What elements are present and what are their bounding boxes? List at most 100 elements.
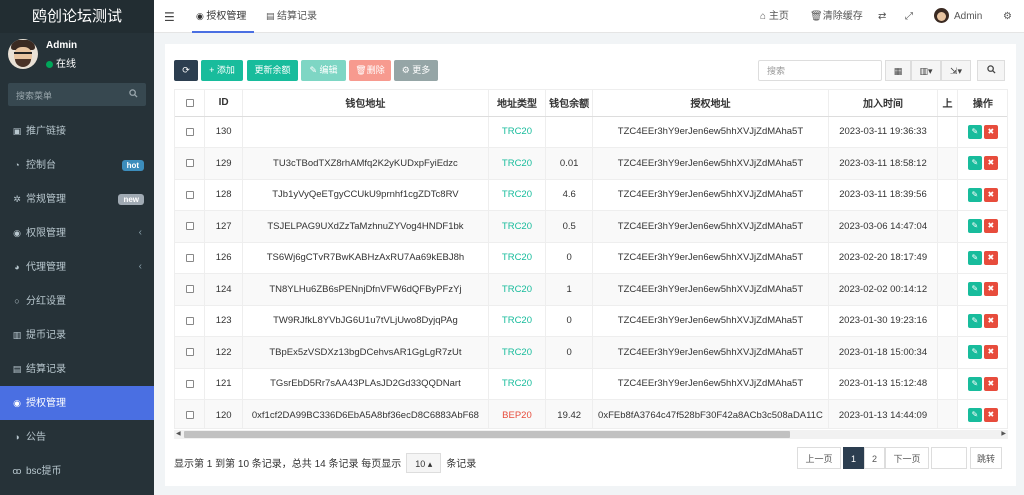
toggle-view-button[interactable]: ▦ [885,60,911,81]
row-edit-button[interactable]: ✎ [967,250,982,265]
sidebar-item-dashboard[interactable]: ◔ 控制台 hot [0,148,154,182]
cell-truncated [937,116,958,148]
cell-id: 124 [204,273,244,306]
row-edit-button[interactable]: ✎ [967,345,982,360]
row-checkbox[interactable] [175,179,206,211]
table-row[interactable]: 123 TW9RJfkL8YVbJG6U1u7tVLjUwo8DyjqPAg TRC… [175,305,1007,337]
row-delete-button[interactable]: ✖ [983,187,998,202]
row-edit-button[interactable]: ✎ [967,313,982,328]
select-all-checkbox[interactable] [175,90,206,117]
row-checkbox[interactable] [175,273,206,306]
sidebar-item-promo-link[interactable]: ▣ 推广链接 [0,114,154,148]
row-delete-button[interactable]: ✖ [983,376,998,391]
row-edit-button[interactable]: ✎ [967,187,982,202]
delete-button[interactable]: 🗑︎删除 [349,60,391,81]
table-row[interactable]: 120 0xf1cf2DA99BC336D6EbA5A8bf36ecD8C6883… [175,399,1007,428]
search-icon[interactable] [129,89,138,101]
translate-icon[interactable]: ⇄ [878,0,886,33]
columns-button[interactable]: ▥▾ [911,60,941,81]
home-link[interactable]: ⌂ 主页 [760,0,789,33]
tab-settlement[interactable]: ▤ 结算记录 [266,0,336,33]
row-edit-button[interactable]: ✎ [967,124,982,139]
column-header-wallet[interactable]: 钱包地址 [242,90,489,117]
cell-join-time: 2023-02-02 00:14:12 [828,273,939,306]
sidebar-item-general[interactable]: ✲ 常规管理 new [0,182,154,216]
next-page-button[interactable]: 下一页 [885,447,929,469]
page-1-button[interactable]: 1 [843,447,864,469]
row-edit-button[interactable]: ✎ [967,219,982,234]
more-button[interactable]: ⚙ 更多 [394,60,438,81]
row-delete-button[interactable]: ✖ [983,282,998,297]
row-edit-button[interactable]: ✎ [967,282,982,297]
refresh-button[interactable]: ⟳ [174,60,198,81]
export-button[interactable]: ⇲▾ [941,60,971,81]
table-row[interactable]: 130 TRC20 TZC4EEr3hY9erJen6ew5hhXVJjZdMAha… [175,116,1007,148]
row-delete-button[interactable]: ✖ [983,408,998,423]
column-header-join-time[interactable]: 加入时间 [828,90,939,117]
row-checkbox[interactable] [175,210,206,243]
prev-page-button[interactable]: 上一页 [797,447,841,469]
edit-button[interactable]: ✎ 编辑 [301,60,346,81]
horizontal-scrollbar[interactable]: ◀ ▶ [174,430,1008,439]
column-header-type[interactable]: 地址类型 [488,90,547,117]
scroll-left-icon[interactable]: ◀ [176,430,181,439]
cell-wallet: TJb1yVyQeETgyCCUkU9prnhf1cgZDTc8RV [242,179,489,211]
column-header-id[interactable]: ID [204,90,244,117]
column-header-truncated[interactable]: 上 [937,90,958,117]
cell-id: 120 [204,399,244,428]
jump-page-input[interactable] [931,447,967,469]
row-checkbox[interactable] [175,242,206,274]
row-edit-button[interactable]: ✎ [967,376,982,391]
page-size-select[interactable]: 10 ▴ [406,453,442,473]
sidebar-item-authorization[interactable]: ◉ 授权管理 [0,386,154,420]
table-search-input[interactable] [758,60,882,81]
table-row[interactable]: 128 TJb1yVyQeETgyCCUkU9prnhf1cgZDTc8RV TRC… [175,179,1007,211]
row-delete-button[interactable]: ✖ [983,156,998,171]
update-balance-button[interactable]: 更新余额 [247,60,298,81]
scrollbar-thumb[interactable] [184,431,790,438]
tab-authorization[interactable]: ◉ 授权管理 [192,0,254,33]
table-row[interactable]: 122 TBpEx5zVSDXz13bgDCehvsAR1GgLgR7zUt TRC… [175,336,1007,369]
fullscreen-icon[interactable]: ⤢ [905,0,913,33]
sidebar-item-withdraw-records[interactable]: ▥ 提币记录 [0,318,154,352]
admin-menu[interactable]: Admin [934,0,982,33]
row-delete-button[interactable]: ✖ [983,250,998,265]
sidebar-search-input[interactable]: 搜索菜单 [8,83,146,106]
settings-icon[interactable]: ⚙ [1003,0,1012,33]
row-checkbox[interactable] [175,399,206,428]
row-checkbox[interactable] [175,368,206,400]
table-row[interactable]: 126 TS6Wj6gCTvR7BwKABHzAxRU7Aa69kEBJ8h TRC… [175,242,1007,274]
row-edit-button[interactable]: ✎ [967,156,982,171]
table-row[interactable]: 129 TU3cTBodTXZ8rhAMfq2K2yKUDxpFyiEdzc TRC… [175,147,1007,180]
table-row[interactable]: 121 TGsrEbD5Rr7sAA43PLAsJD2Gd33QQDNart TRC… [175,368,1007,400]
sidebar-item-settlement[interactable]: ▤ 结算记录 [0,352,154,386]
sidebar-item-agents[interactable]: ◕ 代理管理 ‹ [0,250,154,284]
jump-button[interactable]: 跳转 [970,447,1002,469]
table-row[interactable]: 124 TN8YLHu6ZB6sPENnjDfnVFW6dQFByPFzYj TRC… [175,273,1007,306]
table-row[interactable]: 127 TSJELPAG9UXdZzTaMzhnuZYVog4HNDF1bk TRC… [175,210,1007,243]
sidebar-item-bsc-withdraw[interactable]: ꝏ bsc提币 [0,454,154,488]
search-field[interactable] [759,61,881,80]
sidebar-item-permissions[interactable]: ◉ 权限管理 ‹ [0,216,154,250]
page-2-button[interactable]: 2 [864,447,885,469]
sidebar-item-notice[interactable]: ◑ 公告 [0,420,154,454]
brand-title: 鸥创论坛测试 [0,0,154,33]
scroll-right-icon[interactable]: ▶ [1001,430,1006,439]
row-delete-button[interactable]: ✖ [983,313,998,328]
row-delete-button[interactable]: ✖ [983,124,998,139]
column-header-auth-address[interactable]: 授权地址 [592,90,829,117]
clear-cache-button[interactable]: 🗑︎清除缓存 [810,0,863,33]
row-delete-button[interactable]: ✖ [983,345,998,360]
table-icon: ▦ [893,66,903,76]
row-checkbox[interactable] [175,147,206,180]
row-edit-button[interactable]: ✎ [967,408,982,423]
advanced-search-button[interactable] [977,60,1005,81]
sidebar-item-dividend[interactable]: ○ 分红设置 [0,284,154,318]
row-delete-button[interactable]: ✖ [983,219,998,234]
row-checkbox[interactable] [175,305,206,337]
row-checkbox[interactable] [175,116,206,148]
column-header-balance[interactable]: 钱包余额 [545,90,594,117]
row-checkbox[interactable] [175,336,206,369]
add-button[interactable]: + 添加 [201,60,243,81]
menu-toggle-icon[interactable]: ☰ [164,10,175,24]
